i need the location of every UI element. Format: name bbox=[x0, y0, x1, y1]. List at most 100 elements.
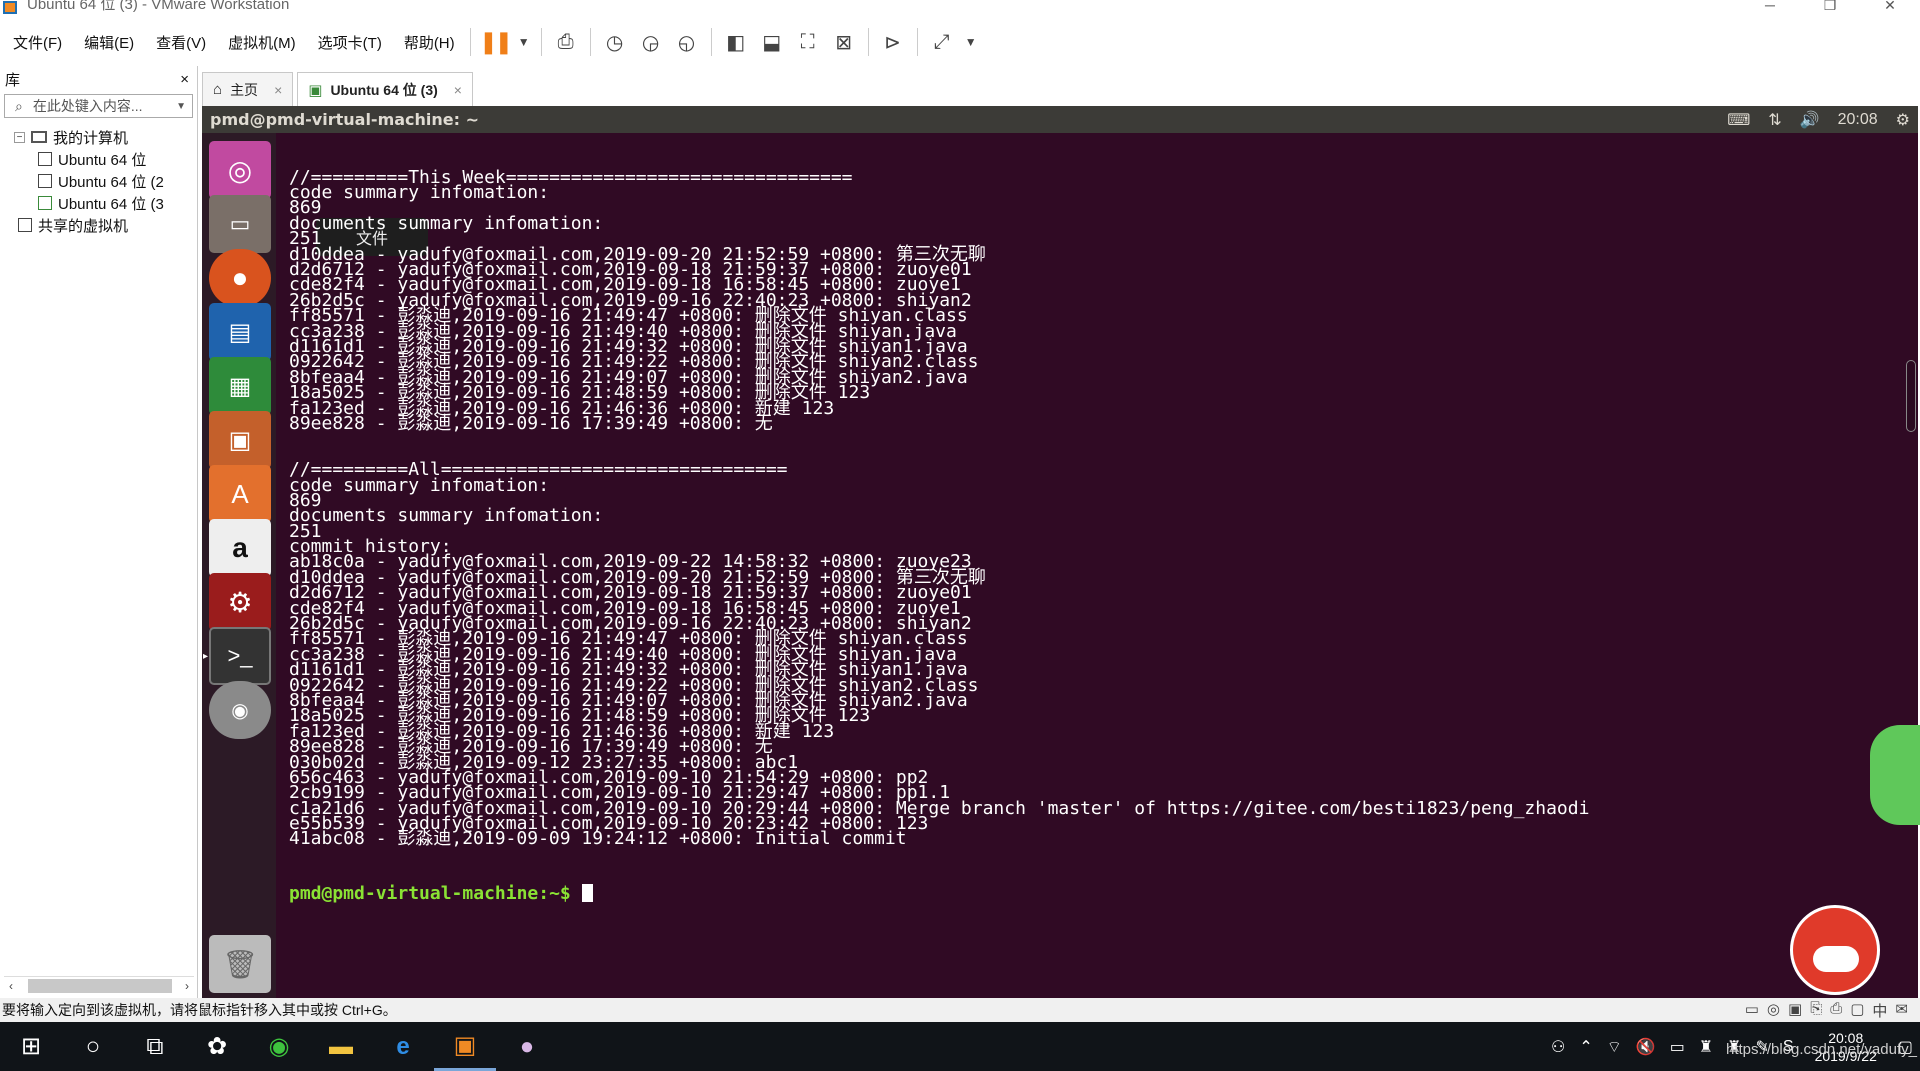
tab-home[interactable]: ⌂ 主页 × bbox=[202, 72, 294, 106]
library-close-button[interactable]: × bbox=[180, 71, 189, 88]
window-title: Ubuntu 64 位 (3) - VMware Workstation bbox=[27, 0, 290, 13]
tree-node-label: 共享的虚拟机 bbox=[38, 217, 129, 235]
library-horizontal-scrollbar[interactable]: ‹ › bbox=[4, 976, 194, 994]
close-icon[interactable]: ✕ bbox=[1860, 0, 1920, 14]
terminal-window-title: pmd@pmd-virtual-machine: ~ bbox=[210, 110, 480, 129]
firefox-icon[interactable]: ● bbox=[209, 249, 271, 307]
tab-close-button[interactable]: × bbox=[274, 82, 282, 98]
snapshot-manager-icon[interactable]: ◵ bbox=[672, 27, 702, 57]
wifi-icon[interactable]: ⌔ bbox=[1607, 1037, 1622, 1057]
edge-icon[interactable]: e bbox=[372, 1022, 434, 1071]
software-center-icon[interactable]: A bbox=[209, 465, 271, 523]
restore-icon[interactable]: ❐ bbox=[1800, 0, 1860, 14]
menu-bar: 文件(F) 编辑(E) 查看(V) 虚拟机(M) 选项卡(T) 帮助(H) ❚❚… bbox=[0, 22, 1920, 62]
terminal-scrollbar[interactable] bbox=[1906, 360, 1916, 432]
menu-edit[interactable]: 编辑(E) bbox=[71, 32, 143, 53]
send-ctrl-alt-del-icon[interactable]: ⎙ bbox=[551, 27, 581, 57]
tray-app-icon[interactable]: ♜ bbox=[1699, 1037, 1713, 1057]
volume-icon[interactable]: 🔊 bbox=[1800, 110, 1820, 130]
cortana-search-icon[interactable]: ○ bbox=[62, 1022, 124, 1071]
calc-icon[interactable]: ▦ bbox=[209, 357, 271, 415]
files-icon[interactable]: ▭ bbox=[209, 195, 271, 253]
home-icon: ⌂ bbox=[213, 81, 223, 98]
usb-icon[interactable]: ⎘ bbox=[1810, 1000, 1822, 1021]
terminal-output[interactable]: //=========This Week====================… bbox=[289, 131, 1899, 993]
unity-icon[interactable]: ⊠ bbox=[829, 27, 859, 57]
snapshot-icon[interactable]: ◷ bbox=[600, 27, 630, 57]
computer-icon bbox=[31, 131, 47, 143]
impress-icon[interactable]: ▣ bbox=[209, 411, 271, 469]
vmware-taskbar-icon[interactable]: ▣ bbox=[434, 1022, 496, 1071]
network-adapter-icon[interactable]: ▣ bbox=[1788, 1000, 1802, 1021]
library-search-input[interactable]: ⌕ 在此处键入内容... ▼ bbox=[4, 94, 193, 118]
windows-start-icon[interactable]: ⊞ bbox=[0, 1022, 62, 1071]
thumbnail-bar-icon[interactable]: ⬓ bbox=[757, 27, 787, 57]
hard-disk-icon[interactable]: ▭ bbox=[1745, 1000, 1759, 1021]
chevron-down-icon[interactable]: ▼ bbox=[176, 101, 186, 112]
stretch-icon[interactable]: ⤢ bbox=[927, 27, 957, 57]
title-bar: Ubuntu 64 位 (3) - VMware Workstation ─ ❐… bbox=[0, 0, 1920, 14]
network-icon[interactable]: ⇅ bbox=[1768, 110, 1781, 130]
pause-icon[interactable]: ❚❚ bbox=[479, 27, 513, 57]
collapse-icon[interactable]: − bbox=[14, 131, 25, 143]
amazon-icon[interactable]: a bbox=[209, 519, 271, 577]
task-view-icon[interactable]: ⧉ bbox=[124, 1022, 186, 1071]
ime-icon[interactable]: 中 bbox=[1872, 1000, 1887, 1021]
ubuntu-indicators: ⌨ ⇅ 🔊 20:08 ⚙ bbox=[1727, 110, 1918, 130]
vmware-icon bbox=[3, 0, 17, 14]
writer-icon[interactable]: ▤ bbox=[209, 303, 271, 361]
minimize-icon[interactable]: ─ bbox=[1740, 0, 1800, 14]
menu-help[interactable]: 帮助(H) bbox=[391, 32, 464, 53]
keyboard-icon[interactable]: ⌨ bbox=[1727, 110, 1750, 130]
menu-tabs[interactable]: 选项卡(T) bbox=[305, 32, 391, 53]
terminal-icon[interactable]: >_ bbox=[203, 627, 271, 685]
app-icon-2[interactable]: ● bbox=[496, 1022, 558, 1071]
chevron-left-icon[interactable]: ‹ bbox=[4, 979, 18, 993]
dvd-icon[interactable]: ◉ bbox=[209, 681, 271, 739]
full-screen-icon[interactable]: ⛶ bbox=[793, 27, 823, 57]
battery-icon[interactable]: ▭ bbox=[1670, 1037, 1685, 1057]
chevron-down-icon[interactable]: ▼ bbox=[963, 27, 979, 57]
scrollbar-thumb[interactable] bbox=[28, 978, 172, 993]
chevron-up-icon[interactable]: ⌃ bbox=[1579, 1037, 1592, 1057]
revert-snapshot-icon[interactable]: ◶ bbox=[636, 27, 666, 57]
toolbar-separator bbox=[916, 28, 918, 56]
chevron-down-icon[interactable]: ▼ bbox=[516, 27, 532, 57]
browser-360-icon[interactable]: ◉ bbox=[248, 1022, 310, 1071]
show-library-icon[interactable]: ◧ bbox=[721, 27, 751, 57]
toolbar-separator bbox=[540, 28, 542, 56]
file-explorer-icon[interactable]: ▬ bbox=[310, 1022, 372, 1071]
settings-gear-icon[interactable]: ⚙ bbox=[1896, 110, 1910, 130]
tab-close-button[interactable]: × bbox=[454, 82, 462, 98]
printer-icon[interactable]: ⎙ bbox=[1830, 1000, 1842, 1021]
menu-file[interactable]: 文件(F) bbox=[0, 32, 71, 53]
mute-icon[interactable]: 🔇 bbox=[1636, 1037, 1656, 1057]
tree-node-my-computer[interactable]: − 我的计算机 bbox=[0, 126, 197, 148]
display-icon[interactable]: ▢ bbox=[1850, 1000, 1864, 1021]
green-mascot-decoration bbox=[1870, 725, 1920, 825]
ubuntu-launcher: ◎ ▭ ● ▤ ▦ ▣ A a ⚙ >_ ◉ 🗑 bbox=[202, 133, 276, 998]
console-view-icon[interactable]: ⊳ bbox=[878, 27, 908, 57]
terminal-prompt-line: pmd@pmd-virtual-machine:~$ bbox=[289, 883, 1899, 904]
chevron-right-icon[interactable]: › bbox=[180, 979, 194, 993]
tree-node-shared[interactable]: 共享的虚拟机 bbox=[0, 214, 197, 236]
system-settings-icon[interactable]: ⚙ bbox=[209, 573, 271, 631]
ubuntu-dash-icon[interactable]: ◎ bbox=[209, 141, 271, 199]
vm-running-icon bbox=[38, 196, 52, 210]
trash-icon[interactable]: 🗑 bbox=[209, 935, 271, 993]
menu-vm[interactable]: 虚拟机(M) bbox=[215, 32, 305, 53]
library-header: 库 × bbox=[0, 66, 197, 92]
terminal-line: code summary infomation: bbox=[289, 182, 550, 204]
app-icon-1[interactable]: ✿ bbox=[186, 1022, 248, 1071]
tree-node-vm[interactable]: Ubuntu 64 位 bbox=[0, 148, 197, 170]
terminal-line: code summary infomation: bbox=[289, 474, 550, 496]
tree-node-vm[interactable]: Ubuntu 64 位 (2 bbox=[0, 170, 197, 192]
tree-node-vm[interactable]: Ubuntu 64 位 (3 bbox=[0, 192, 197, 214]
cd-rom-icon[interactable]: ◎ bbox=[1767, 1000, 1780, 1021]
menu-view[interactable]: 查看(V) bbox=[143, 32, 215, 53]
tab-ubuntu-3[interactable]: ▣ Ubuntu 64 位 (3) × bbox=[297, 72, 473, 106]
message-icon[interactable]: ✉ bbox=[1895, 1000, 1908, 1021]
people-icon[interactable]: ⚇ bbox=[1551, 1037, 1565, 1057]
tab-label: 主页 bbox=[230, 81, 259, 98]
panel-clock[interactable]: 20:08 bbox=[1838, 111, 1878, 129]
